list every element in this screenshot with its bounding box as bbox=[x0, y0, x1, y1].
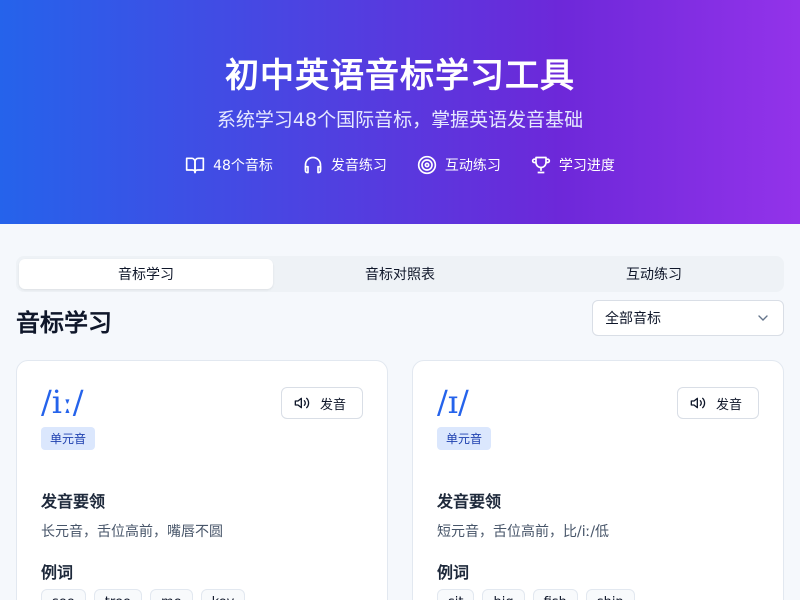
tab-bar: 音标学习 音标对照表 互动练习 bbox=[16, 256, 784, 292]
play-pronunciation-button[interactable]: 发音 bbox=[280, 387, 363, 419]
examples-heading: 例词 bbox=[437, 563, 470, 582]
tab-interactive-practice[interactable]: 互动练习 bbox=[527, 259, 781, 289]
example-word[interactable]: ship bbox=[585, 589, 635, 600]
symbol-filter-select[interactable]: 全部音标 bbox=[592, 300, 784, 336]
example-word[interactable]: me bbox=[149, 589, 193, 600]
chevron-down-icon bbox=[758, 315, 768, 321]
headphones-icon bbox=[304, 156, 322, 174]
feature-item-pronunciation: 发音练习 bbox=[303, 155, 387, 175]
play-pronunciation-button[interactable]: 发音 bbox=[676, 387, 759, 419]
book-icon bbox=[185, 157, 205, 174]
feature-label: 发音练习 bbox=[330, 158, 387, 174]
feature-label: 48个音标 bbox=[213, 158, 273, 174]
phonetic-symbol: /iː/ bbox=[41, 383, 84, 421]
hero-header: 初中英语音标学习工具 系统学习48个国际音标，掌握英语发音基础 48个音标 发音… bbox=[0, 0, 800, 224]
trophy-icon bbox=[531, 156, 550, 174]
play-label: 发音 bbox=[319, 397, 346, 413]
feature-list: 48个音标 发音练习 互动练习 学习进度 bbox=[0, 155, 800, 175]
page-subtitle: 系统学习48个国际音标，掌握英语发音基础 bbox=[216, 109, 584, 131]
tips-heading: 发音要领 bbox=[437, 492, 502, 511]
page-title: 初中英语音标学习工具 bbox=[225, 56, 575, 96]
examples-heading: 例词 bbox=[41, 563, 74, 582]
tips-text: 长元音，舌位高前，嘴唇不圆 bbox=[41, 524, 223, 540]
category-badge: 单元音 bbox=[41, 427, 96, 450]
tips-text: 短元音，舌位高前，比/iː/低 bbox=[437, 524, 610, 540]
section-title: 音标学习 bbox=[16, 309, 112, 337]
phonetic-card: /ɪ/ 单元音 发音 发音要领 短元音，舌位高前，比/iː/低 例词 sit b… bbox=[412, 360, 784, 600]
example-word[interactable]: sit bbox=[437, 589, 475, 600]
speaker-icon bbox=[690, 397, 706, 409]
example-word[interactable]: see bbox=[41, 589, 86, 600]
example-word[interactable]: big bbox=[482, 589, 525, 600]
phonetic-card: /iː/ 单元音 发音 发音要领 长元音，舌位高前，嘴唇不圆 例词 see tr… bbox=[16, 360, 388, 600]
feature-item-symbols: 48个音标 bbox=[185, 155, 273, 175]
phonetic-symbol: /ɪ/ bbox=[437, 383, 469, 421]
category-badge: 单元音 bbox=[437, 427, 492, 450]
filter-value: 全部音标 bbox=[605, 311, 661, 327]
speaker-icon bbox=[294, 397, 310, 409]
example-words: see tree me key bbox=[41, 589, 246, 600]
example-words: sit big fish ship bbox=[437, 589, 635, 600]
tab-symbol-learning[interactable]: 音标学习 bbox=[19, 259, 273, 289]
play-label: 发音 bbox=[715, 397, 742, 413]
feature-label: 学习进度 bbox=[558, 158, 615, 174]
feature-item-interactive: 互动练习 bbox=[417, 155, 501, 175]
tab-symbol-chart[interactable]: 音标对照表 bbox=[273, 259, 527, 289]
example-word[interactable]: key bbox=[200, 589, 246, 600]
feature-label: 互动练习 bbox=[444, 158, 501, 174]
example-word[interactable]: fish bbox=[532, 589, 578, 600]
tips-heading: 发音要领 bbox=[41, 492, 106, 511]
example-word[interactable]: tree bbox=[93, 589, 142, 600]
target-icon bbox=[417, 155, 437, 175]
feature-item-progress: 学习进度 bbox=[531, 155, 615, 175]
